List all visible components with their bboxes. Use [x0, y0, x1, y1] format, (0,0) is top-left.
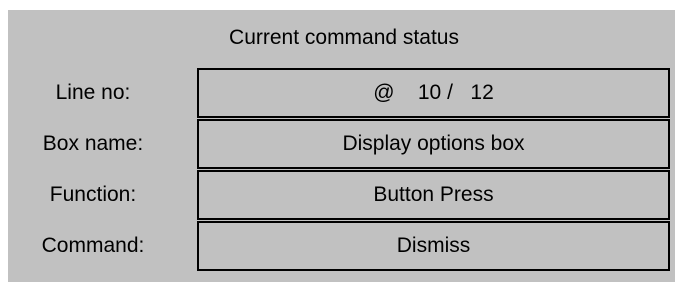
command-status-panel: Current command status Line no: @ 10 / 1… [8, 10, 675, 282]
function-value: Button Press [197, 170, 670, 220]
function-label: Function: [49, 183, 137, 206]
line-number-row: Line no: @ 10 / 12 [8, 68, 675, 118]
command-label: Command: [41, 234, 145, 257]
function-row: Function: Button Press [8, 170, 675, 220]
command-value: Dismiss [197, 221, 670, 271]
line-number-label: Line no: [55, 81, 131, 104]
line-number-value: @ 10 / 12 [197, 68, 670, 118]
command-row: Command: Dismiss [8, 221, 675, 271]
box-name-label: Box name: [42, 132, 144, 155]
box-name-row: Box name: Display options box [8, 119, 675, 169]
panel-title: Current command status [229, 26, 459, 49]
box-name-value: Display options box [197, 119, 670, 169]
